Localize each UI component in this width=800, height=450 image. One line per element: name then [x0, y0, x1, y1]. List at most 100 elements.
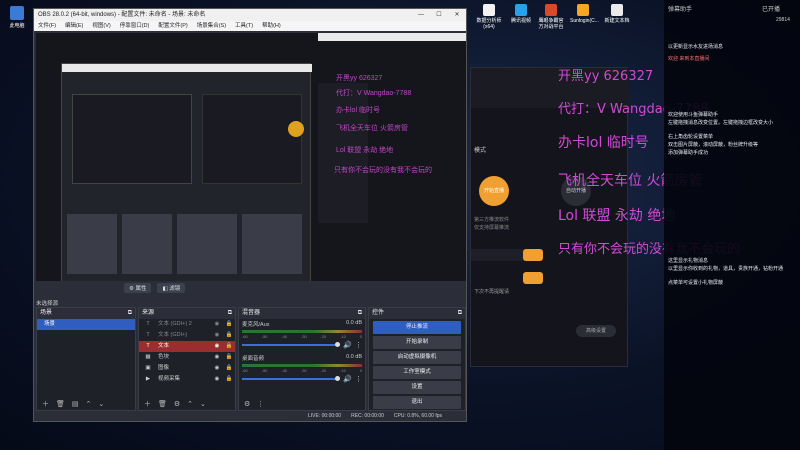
live-status: 已开播 [762, 7, 781, 13]
menu-profile[interactable]: 配置文件(P) [158, 21, 187, 31]
advanced-settings-button[interactable]: 高级设置 [576, 325, 616, 337]
gear-icon[interactable]: ⚙ [174, 400, 180, 408]
confirm-button[interactable] [523, 249, 543, 261]
text-icon: T [146, 343, 150, 349]
eye-icon[interactable]: ◉ [211, 363, 223, 374]
desktop-icon-newtext[interactable]: 新建文本档 [604, 4, 630, 24]
desktop-icon-sunlogin[interactable]: Sunlogin(C... [570, 4, 599, 24]
lock-icon[interactable]: 🔒 [223, 330, 235, 341]
danmaku-title: 弹幕助手 [668, 7, 693, 13]
down-icon[interactable]: ⌄ [200, 400, 206, 408]
menu-icon[interactable]: ⋮ [257, 400, 264, 408]
eye-icon[interactable]: ◉ [211, 341, 223, 352]
source-item[interactable]: ▣ 图像 ◉ 🔒 [139, 363, 235, 374]
filters-button[interactable]: ◧ 滤镜 [157, 283, 186, 293]
trash-icon[interactable]: 🗑 [158, 400, 167, 408]
obs-window: OBS 28.0.2 (64-bit, windows) - 配置文件: 未命名… [33, 8, 467, 422]
speaker-icon[interactable]: 🔊 [343, 375, 352, 383]
eye-icon[interactable]: ◉ [211, 330, 223, 341]
volume-slider[interactable] [242, 376, 341, 381]
mixer-channel-mic: 麦克风/Aux 0.0 dB -60 -50 -40 -30 -20 -10 0 🔊 ⋮ [242, 320, 362, 349]
source-item-selected[interactable]: T 文本 ◉ 🔒 [139, 341, 235, 352]
down-icon[interactable]: ⌄ [98, 400, 104, 408]
source-item[interactable]: ▶ 视频采集 ◉ 🔒 [139, 374, 235, 385]
up-icon[interactable]: ⌃ [187, 400, 193, 408]
chat-line: 左键拖拽消息改变位置。左键拖拽边框改变大小 [668, 120, 774, 126]
audio-meter [242, 364, 362, 367]
undock-icon[interactable]: ⧉ [128, 308, 132, 319]
video-icon [515, 4, 527, 16]
start-recording-button[interactable]: 开始录制 [373, 336, 461, 349]
maximize-button[interactable]: ☐ [430, 9, 448, 21]
lock-icon[interactable]: 🔒 [223, 363, 235, 374]
mixer-dock: 混音器 ⧉ 麦克风/Aux 0.0 dB -60 -50 -40 -30 -20 -10 0 … [238, 307, 366, 411]
eye-icon[interactable]: ◉ [211, 374, 223, 385]
menu-file[interactable]: 文件(F) [38, 21, 56, 31]
undock-icon[interactable]: ⧉ [458, 308, 462, 319]
scenes-dock: 场景 ⧉ 场景 ＋ 🗑 ▤ ⌃ ⌄ [36, 307, 136, 411]
stop-streaming-button[interactable]: 停止推流 [373, 321, 461, 334]
no-source-label: 未选择源 [36, 301, 59, 307]
overlay-games: Lol 联盟 永劫 绝地 [558, 208, 676, 224]
chat-line: 右上角齿轮设置菜单 [668, 134, 714, 140]
confirm-button-2[interactable] [523, 272, 543, 284]
minimize-button[interactable]: — [412, 9, 430, 21]
menu-help[interactable]: 帮助(H) [262, 21, 281, 31]
menu-tools[interactable]: 工具(T) [235, 21, 253, 31]
up-icon[interactable]: ⌃ [86, 400, 92, 408]
desktop-icon-tencent-video[interactable]: 腾讯视频 [508, 4, 534, 24]
speaker-icon[interactable]: 🔊 [343, 341, 352, 349]
menu-view[interactable]: 视图(V) [92, 21, 110, 31]
menu-docks[interactable]: 停靠窗口(D) [120, 21, 150, 31]
controls-title: 控件 [372, 310, 385, 316]
properties-button[interactable]: ⚙ 属性 [124, 283, 152, 293]
virtual-camera-button[interactable]: 启动虚拟摄像机 [373, 351, 461, 364]
source-item[interactable]: T 文本 (GDI+) 2 ◉ 🔒 [139, 319, 235, 330]
note-1: 第三方推流软件 [474, 217, 510, 223]
menu-edit[interactable]: 编辑(E) [65, 21, 83, 31]
overlay-card: 办卡lol 临时号 [558, 135, 649, 151]
exit-button[interactable]: 退出 [373, 396, 461, 409]
start-live-button[interactable]: 开始直播 [479, 176, 509, 206]
gear-icon[interactable]: ⚙ [244, 400, 250, 408]
gear-icon[interactable]: ⋮ [355, 341, 362, 349]
menu-scene-collection[interactable]: 场景集合(S) [197, 21, 226, 31]
lock-icon[interactable]: 🔒 [223, 341, 235, 352]
mixer-title: 混音器 [242, 310, 261, 316]
desktop-icon-analyst[interactable]: 数据分析师(x64) [476, 4, 502, 30]
chat-line: 欢迎使用斗鱼弹幕助手 [668, 112, 719, 118]
scene-item[interactable]: 场景 [37, 319, 135, 330]
settings-button[interactable]: 设置 [373, 381, 461, 394]
scenes-title: 场景 [40, 310, 53, 316]
lock-icon[interactable]: 🔒 [223, 352, 235, 363]
add-icon[interactable]: ＋ [144, 399, 151, 409]
source-item[interactable]: ▦ 色块 ◉ 🔒 [139, 352, 235, 363]
computer-icon [10, 6, 24, 20]
gear-icon[interactable]: ⋮ [355, 375, 362, 383]
meter-scale: -60 -50 -40 -30 -20 -10 0 [242, 368, 362, 373]
settings-icon[interactable]: ▤ [72, 400, 79, 408]
chat-line: 欢迎 来到本直播间 [668, 56, 710, 62]
undock-icon[interactable]: ⧉ [228, 308, 232, 319]
text-icon: T [146, 321, 150, 327]
eye-icon[interactable]: ◉ [211, 319, 223, 330]
preview-canvas[interactable]: 开黑yy 626327 代打：V Wangdao-7788 办卡lol 临时号 … [36, 33, 466, 281]
eye-icon[interactable]: ◉ [211, 352, 223, 363]
volume-slider[interactable] [242, 342, 341, 347]
studio-mode-button[interactable]: 工作室模式 [373, 366, 461, 379]
close-button[interactable]: ✕ [448, 9, 466, 21]
nested-overlay-4: 飞机全天车位 火箭房管 [336, 125, 408, 132]
lock-icon[interactable]: 🔒 [223, 319, 235, 330]
add-icon[interactable]: ＋ [42, 399, 49, 409]
image-icon: ▣ [145, 365, 151, 371]
source-toolbar: ⚙ 属性 ◧ 滤镜 [34, 281, 466, 295]
undock-icon[interactable]: ⧉ [358, 308, 362, 319]
desktop-icon-pc[interactable]: 此电脑 [2, 6, 32, 29]
chat-line: 添加弹幕助手成功 [668, 150, 709, 156]
lock-icon[interactable]: 🔒 [223, 374, 235, 385]
desktop-icon-eagle[interactable]: 鹰眼争霸官方对战平台 [538, 4, 564, 30]
source-item[interactable]: T 文本 (GDI+) ◉ 🔒 [139, 330, 235, 341]
camera-icon: ▶ [145, 376, 151, 382]
chat-line: 点菜单可设置小礼物屏蔽 [668, 280, 724, 286]
trash-icon[interactable]: 🗑 [56, 400, 65, 408]
